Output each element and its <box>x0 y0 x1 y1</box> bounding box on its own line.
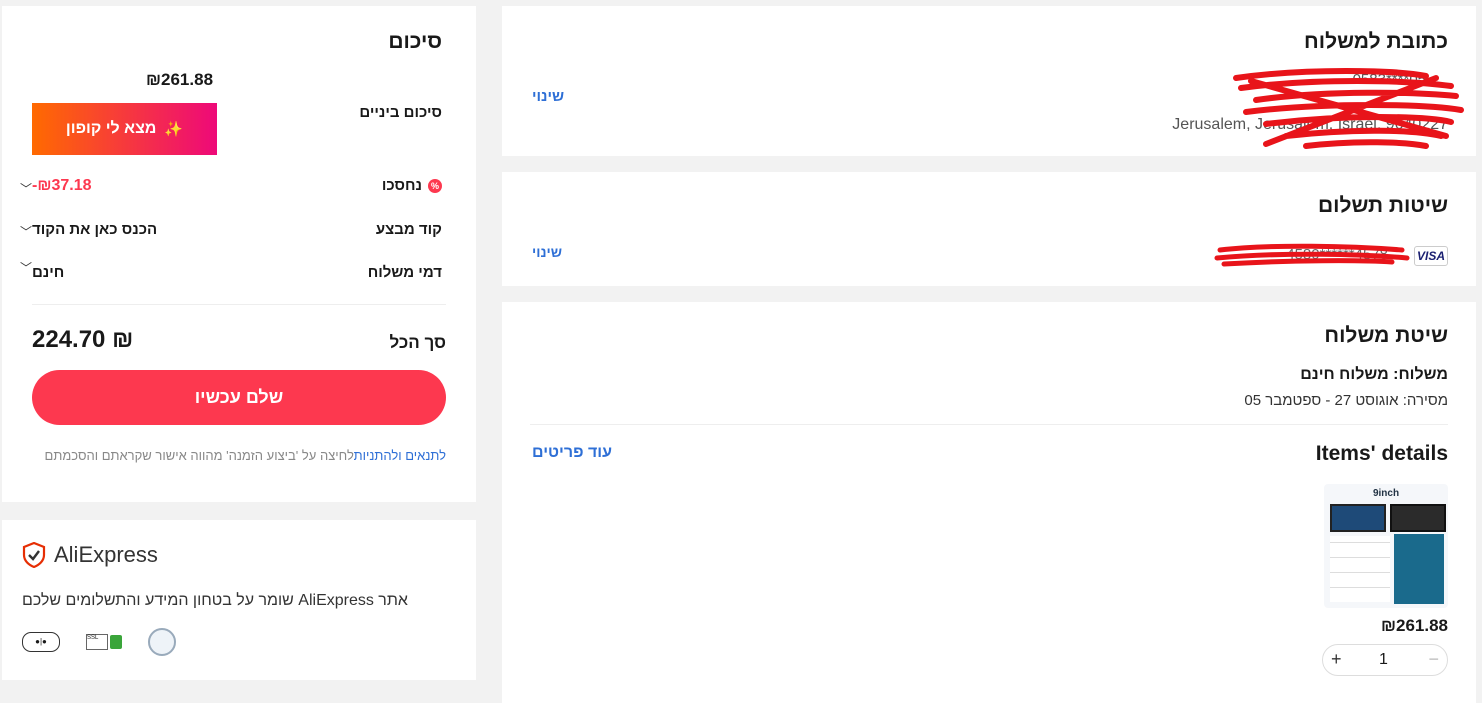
subtotal-label: סיכום ביניים <box>359 104 442 121</box>
redaction-scribble <box>1233 68 1464 149</box>
promo-code-label: קוד מבצע <box>375 221 442 238</box>
certification-badges: ●|● SSL <box>22 628 176 656</box>
shipping-method-heading: שיטת משלוח <box>1324 324 1448 347</box>
terms-link[interactable]: לתנאים ולהתניות <box>354 448 446 463</box>
order-summary-card: סיכום סיכום ביניים ₪261.88 ✨ מצא לי קופו… <box>2 6 476 502</box>
aliexpress-logo: AliExpress <box>22 542 158 568</box>
savings-label: % נחסכו <box>382 177 442 194</box>
item-price: ₪261.88 <box>1380 616 1448 635</box>
quantity-stepper[interactable]: + 1 − <box>1322 644 1448 676</box>
find-coupon-label: מצא לי קופון <box>65 120 157 137</box>
product-thumbnail[interactable]: 9inch <box>1324 484 1448 608</box>
savings-value: -₪37.18 <box>32 177 92 194</box>
ssl-badge-icon: SSL <box>86 632 122 652</box>
more-items-link[interactable]: עוד פריטים <box>532 444 612 462</box>
screen-image <box>1390 504 1446 532</box>
accessories-image <box>1330 536 1390 602</box>
change-payment-link[interactable]: שינוי <box>532 244 562 260</box>
payment-methods-card: שיטות תשלום VISA 4580******4578 שינוי <box>502 172 1476 286</box>
shield-icon <box>22 542 46 568</box>
iso-badge-icon <box>148 628 176 656</box>
shipping-fee-value: חינם <box>32 264 65 281</box>
aliexpress-brand: AliExpress <box>54 542 158 567</box>
payment-methods-heading: שיטות תשלום <box>1318 194 1448 217</box>
shipping-address-heading: כתובת למשלוח <box>1304 30 1448 53</box>
promo-code-input[interactable]: הכנס כאן את הקוד <box>32 221 157 238</box>
divider <box>32 304 446 305</box>
decrease-quantity-button[interactable]: − <box>1428 649 1439 670</box>
subtotal-value: ₪261.88 <box>146 70 214 89</box>
quantity-value: 1 <box>1379 651 1388 668</box>
delivery-estimate: מסירה: אוגוסט 27 - ספטמבר 05 <box>1244 392 1448 409</box>
terms-text: לתנאים ולהתניותלחיצה על 'ביצוע הזמנה' מה… <box>44 448 446 463</box>
summary-heading: סיכום <box>388 30 442 53</box>
visa-icon: VISA <box>1414 246 1448 266</box>
security-text: אתר AliExpress שומר על בטחון המידע והתשל… <box>22 592 408 609</box>
items-details-heading: Items' details <box>1315 442 1448 465</box>
pci-badge-icon: ●|● <box>22 632 60 652</box>
shipping-fee-label: דמי משלוח <box>367 264 442 281</box>
chevron-down-icon[interactable]: ﹀ <box>20 180 32 197</box>
thumbnail-label: 9inch <box>1372 488 1400 499</box>
shipping-method-card: שיטת משלוח משלוח: משלוח חינם מסירה: אוגו… <box>502 302 1476 703</box>
screen-image <box>1330 504 1386 532</box>
change-address-link[interactable]: שינוי <box>532 88 564 105</box>
security-card: AliExpress אתר AliExpress שומר על בטחון … <box>2 520 476 680</box>
chevron-down-icon[interactable]: ﹀ <box>20 259 32 276</box>
find-coupon-button[interactable]: ✨ מצא לי קופון <box>32 103 217 155</box>
pay-now-button[interactable]: שלם עכשיו <box>32 370 446 425</box>
shipping-method-text: משלוח: משלוח חינם <box>1300 366 1448 383</box>
magic-wand-icon: ✨ <box>164 121 184 138</box>
redaction-scribble <box>1214 243 1410 267</box>
discount-percent-icon: % <box>428 178 442 193</box>
total-value: ₪ 224.70 <box>32 326 134 353</box>
chevron-down-icon[interactable]: ﹀ <box>20 223 32 240</box>
shipping-address-card: כתובת למשלוח 0583****05 Jerusalem, Jerus… <box>502 6 1476 156</box>
increase-quantity-button[interactable]: + <box>1331 649 1342 670</box>
spec-panel <box>1394 534 1444 604</box>
divider <box>530 424 1448 425</box>
total-label: סך הכל <box>389 333 447 352</box>
